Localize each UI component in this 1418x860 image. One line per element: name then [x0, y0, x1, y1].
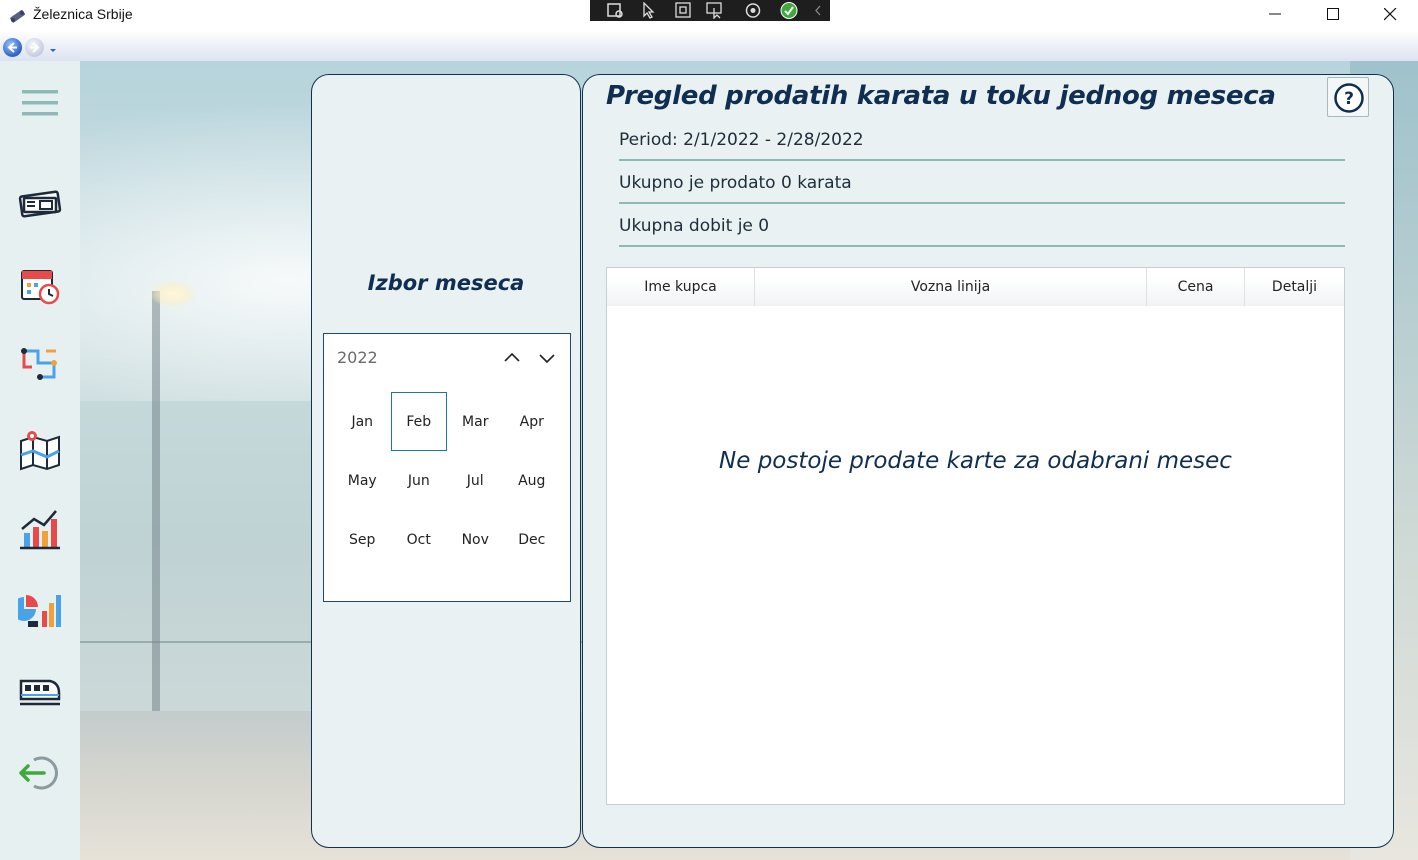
- chevron-down-icon[interactable]: [536, 348, 558, 368]
- app-icon: [8, 5, 28, 25]
- map-icon[interactable]: [18, 427, 62, 471]
- month-cell[interactable]: May: [334, 451, 391, 510]
- empty-table-message: Ne postoje prodate karte za odabrani mes…: [719, 448, 1232, 474]
- help-icon: ?: [1334, 83, 1364, 113]
- train-icon[interactable]: [18, 669, 62, 713]
- month-cell[interactable]: Jan: [334, 392, 391, 451]
- month-grid: Jan Feb Mar Apr May Jun Jul Aug Sep Oct …: [334, 392, 560, 569]
- layout-adorner-icon[interactable]: [672, 2, 694, 19]
- month-cell[interactable]: Nov: [447, 510, 504, 569]
- month-cell[interactable]: Sep: [334, 510, 391, 569]
- tickets-table[interactable]: Ime kupca Vozna linija Cena Detalji Ne p…: [606, 267, 1345, 805]
- period-label: Period: 2/1/2022 - 2/28/2022: [619, 119, 1345, 161]
- logout-icon[interactable]: [18, 751, 62, 795]
- month-picker-title: Izbor meseca: [367, 271, 525, 295]
- title-bar: Železnica Srbije: [0, 0, 1418, 31]
- column-header-customer[interactable]: Ime kupca: [607, 268, 755, 306]
- month-cell[interactable]: Jun: [391, 451, 448, 510]
- hamburger-menu-icon[interactable]: [18, 81, 62, 125]
- report-panel: Pregled prodatih karata u toku jednog me…: [582, 74, 1394, 848]
- growth-chart-icon[interactable]: [18, 507, 62, 551]
- month-calendar[interactable]: 2022 Jan Feb Mar Apr May Jun Jul Aug Sep…: [323, 333, 571, 602]
- forward-button[interactable]: [25, 38, 44, 57]
- total-sold-label: Ukupno je prodato 0 karata: [619, 162, 1345, 204]
- table-header: Ime kupca Vozna linija Cena Detalji: [607, 268, 1344, 306]
- chevron-up-icon[interactable]: [501, 348, 523, 368]
- pointer-icon[interactable]: [638, 1, 660, 19]
- sidebar: [0, 61, 80, 860]
- total-profit-label: Ukupna dobit je 0: [619, 205, 1345, 247]
- month-cell[interactable]: Jul: [447, 451, 504, 510]
- month-cell[interactable]: Apr: [504, 392, 561, 451]
- month-cell[interactable]: Mar: [447, 392, 504, 451]
- navigation-bar: [0, 31, 1418, 61]
- back-button[interactable]: [3, 38, 22, 57]
- page-title: Pregled prodatih karata u toku jednog me…: [606, 81, 1276, 111]
- month-picker-panel: Izbor meseca 2022 Jan Feb Mar Apr May Ju…: [311, 74, 581, 848]
- minimize-button[interactable]: [1247, 0, 1305, 31]
- route-icon[interactable]: [18, 343, 62, 387]
- calendar-year[interactable]: 2022: [337, 348, 378, 367]
- ticket-icon[interactable]: [18, 183, 62, 227]
- analytics-chart-icon[interactable]: [12, 587, 62, 631]
- month-cell[interactable]: Aug: [504, 451, 561, 510]
- calendar-clock-icon[interactable]: [18, 263, 62, 307]
- month-cell[interactable]: Dec: [504, 510, 561, 569]
- window-title: Železnica Srbije: [33, 6, 133, 22]
- check-icon[interactable]: [778, 2, 800, 19]
- debug-toolbar: [590, 0, 830, 21]
- close-button[interactable]: [1362, 0, 1418, 31]
- collapse-toolbar-icon[interactable]: [808, 2, 830, 19]
- column-header-line[interactable]: Vozna linija: [755, 268, 1147, 306]
- column-header-price[interactable]: Cena: [1147, 268, 1245, 306]
- column-header-details[interactable]: Detalji: [1245, 268, 1344, 306]
- hot-reload-icon[interactable]: [742, 2, 764, 19]
- select-element-icon[interactable]: [604, 2, 626, 19]
- help-button[interactable]: ?: [1327, 77, 1369, 117]
- svg-text:?: ?: [1344, 89, 1354, 109]
- month-cell-selected[interactable]: Feb: [390, 392, 447, 451]
- maximize-button[interactable]: [1305, 0, 1363, 31]
- track-focus-icon[interactable]: [704, 2, 726, 20]
- month-cell[interactable]: Oct: [391, 510, 448, 569]
- history-dropdown-icon[interactable]: [48, 41, 58, 60]
